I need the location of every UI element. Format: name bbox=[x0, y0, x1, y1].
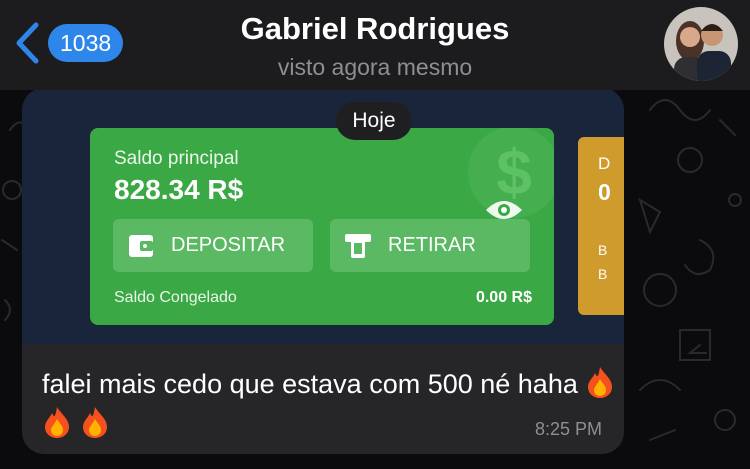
profile-photo bbox=[664, 7, 738, 81]
balance-label: Saldo principal bbox=[114, 148, 239, 169]
chat-title[interactable]: Gabriel Rodrigues visto agora mesmo bbox=[0, 10, 750, 82]
side-card-line-1: B bbox=[598, 242, 608, 258]
balance-value: 828.34 R$ bbox=[114, 174, 244, 205]
deposit-label: DEPOSITAR bbox=[171, 234, 286, 256]
fire-emoji bbox=[45, 407, 69, 438]
attached-screenshot[interactable]: $ Saldo principal 828.34 R$ DEPOSITAR RE… bbox=[22, 88, 624, 344]
fire-emoji bbox=[82, 407, 107, 438]
wallet-icon bbox=[129, 234, 153, 257]
side-card-label: D bbox=[598, 154, 611, 173]
deposit-button[interactable]: DEPOSITAR bbox=[113, 219, 313, 272]
avatar[interactable] bbox=[664, 7, 738, 81]
withdraw-button[interactable]: RETIRAR bbox=[330, 219, 530, 272]
message-text: falei mais cedo que estava com 500 né ha… bbox=[42, 364, 617, 444]
contact-name: Gabriel Rodrigues bbox=[240, 11, 510, 46]
fire-emoji bbox=[588, 367, 613, 398]
frozen-balance-value: 0.00 R$ bbox=[475, 289, 532, 306]
side-card: D 0 B B bbox=[578, 137, 624, 315]
message-body: falei mais cedo que estava com 500 né ha… bbox=[42, 369, 578, 399]
chat-header: 1038 Gabriel Rodrigues visto agora mesmo bbox=[0, 0, 750, 90]
side-card-value: 0 bbox=[598, 179, 611, 205]
side-card-line-2: B bbox=[598, 266, 608, 282]
message-time: 8:25 PM bbox=[534, 419, 602, 439]
message-bubble[interactable]: $ Saldo principal 828.34 R$ DEPOSITAR RE… bbox=[22, 88, 624, 454]
contact-status: visto agora mesmo bbox=[277, 54, 473, 80]
balance-card: $ Saldo principal 828.34 R$ DEPOSITAR RE… bbox=[90, 128, 554, 325]
frozen-balance-label: Saldo Congelado bbox=[114, 289, 237, 306]
date-separator: Hoje bbox=[336, 102, 412, 140]
withdraw-label: RETIRAR bbox=[388, 234, 476, 256]
atm-icon bbox=[345, 233, 371, 258]
